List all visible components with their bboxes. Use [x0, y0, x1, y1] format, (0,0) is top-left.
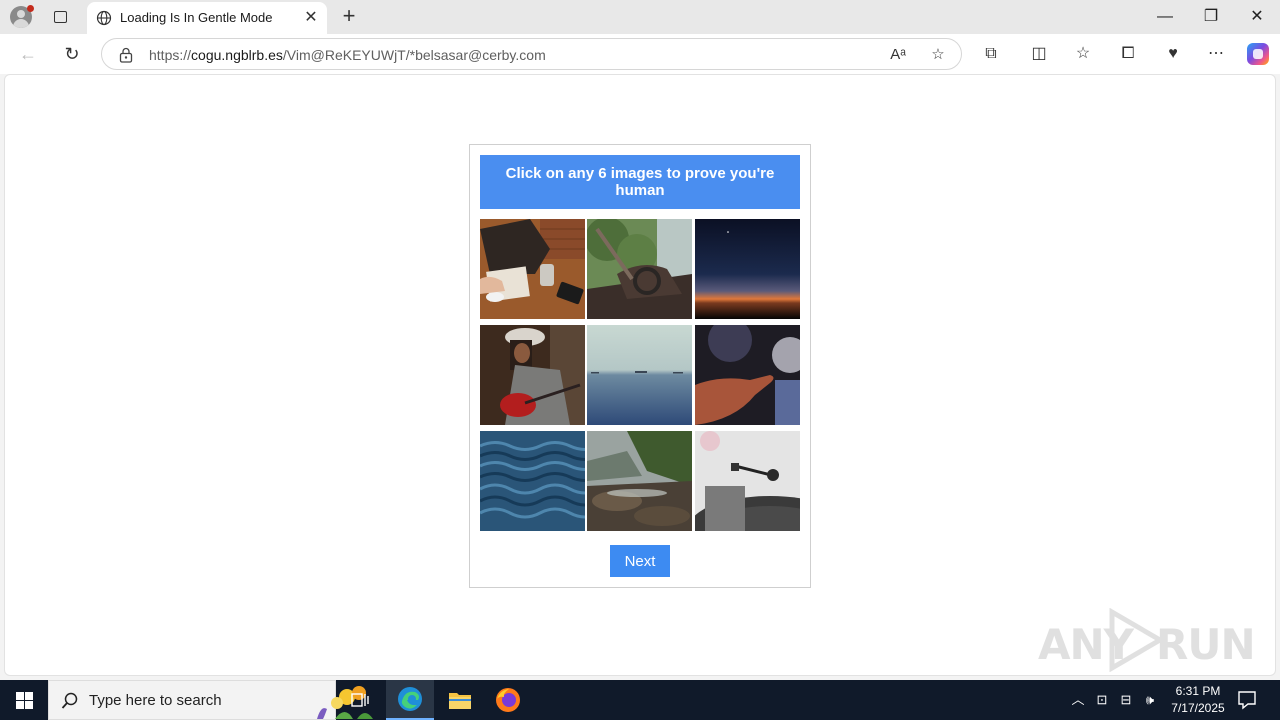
url-host: cogu.ngblrb.es	[191, 47, 283, 63]
title-bar: Loading Is In Gentle Mode ✕ + — ❐ ✕	[0, 0, 1280, 34]
laptop-bag-table-image	[480, 219, 585, 319]
woman-guitar-image	[480, 325, 585, 425]
captcha-tile-laptop-bag-coffee-table[interactable]	[480, 219, 585, 319]
motorcycle-forest-image	[587, 219, 692, 319]
windows-start-icon[interactable]	[0, 680, 48, 720]
captcha-tile-record-player[interactable]	[695, 431, 800, 531]
settings-more-icon[interactable]: ⋯	[1205, 43, 1227, 65]
captcha-instruction: Click on any 6 images to prove you're hu…	[480, 155, 800, 209]
captcha-tile-sunset-horizon[interactable]	[695, 219, 800, 319]
calm-sea-image	[587, 325, 692, 425]
captcha-tile-ocean-waves[interactable]	[480, 431, 585, 531]
address-bar[interactable]: https://cogu.ngblrb.es/Vim@ReKEYUWjT/*be…	[101, 38, 962, 70]
search-icon	[61, 692, 78, 709]
favorites-icon[interactable]: ☆	[1072, 43, 1094, 65]
globe-icon	[96, 10, 112, 26]
tab-actions-icon[interactable]	[50, 7, 70, 27]
copilot-icon[interactable]	[1247, 43, 1269, 65]
extensions-icon[interactable]: ⧉	[980, 43, 1002, 65]
task-view-icon[interactable]	[336, 680, 384, 720]
sunset-horizon-image	[695, 219, 800, 319]
record-player-image	[695, 431, 800, 531]
captcha-tile-woman-playing-guitar[interactable]	[480, 325, 585, 425]
browser-tab-active[interactable]: Loading Is In Gentle Mode ✕	[87, 2, 327, 34]
profile-notification-dot	[27, 5, 34, 12]
tab-title: Loading Is In Gentle Mode	[120, 10, 273, 25]
refresh-icon[interactable]: ↻	[60, 42, 84, 66]
captcha-tile-motorcycle-in-forest[interactable]	[587, 219, 692, 319]
captcha-box: Click on any 6 images to prove you're hu…	[469, 144, 811, 588]
next-button[interactable]: Next	[610, 545, 670, 577]
watermark-text-right: RUN	[1156, 620, 1256, 669]
firefox-icon[interactable]	[484, 680, 532, 720]
new-tab-plus-icon[interactable]: +	[338, 5, 360, 27]
tab-close-icon[interactable]: ✕	[301, 8, 321, 28]
browser-toolbar: ← ↻ https://cogu.ngblrb.es/Vim@ReKEYUWjT…	[0, 34, 1280, 74]
read-aloud-icon[interactable]: A͏ᵃ	[888, 45, 908, 65]
notification-center-icon[interactable]	[1236, 689, 1258, 711]
url-text[interactable]: https://cogu.ngblrb.es/Vim@ReKEYUWjT/*be…	[149, 47, 546, 63]
clock-date: 7/17/2025	[1171, 701, 1225, 715]
rocky-shore-image	[587, 431, 692, 531]
show-hidden-icons-chevron-icon[interactable]: ︿	[1068, 690, 1088, 710]
meet-now-icon[interactable]: ⊡	[1092, 690, 1112, 710]
taskbar-clock[interactable]: 6:31 PM 7/17/2025	[1162, 683, 1234, 717]
taskbar-search-box[interactable]: Type here to search	[48, 680, 373, 720]
captcha-tile-rocky-river-shore[interactable]	[587, 431, 692, 531]
back-arrow-icon[interactable]: ←	[16, 42, 40, 66]
captcha-tile-hand-touching-screen[interactable]	[695, 325, 800, 425]
minimize-icon[interactable]: —	[1142, 0, 1188, 34]
split-screen-icon[interactable]: ◫	[1028, 43, 1050, 65]
site-info-icon[interactable]	[119, 47, 133, 63]
restore-icon[interactable]: ❐	[1188, 0, 1234, 34]
favorite-star-icon[interactable]: ☆	[928, 45, 948, 65]
captcha-image-grid	[480, 219, 800, 531]
edge-taskbar-icon[interactable]	[386, 680, 434, 720]
collections-icon[interactable]: ⧠	[1117, 43, 1139, 65]
volume-icon[interactable]: 🕪	[1140, 690, 1160, 710]
hand-screen-image	[695, 325, 800, 425]
anyrun-watermark-logo: ANY RUN	[1038, 608, 1256, 672]
ocean-waves-image	[480, 431, 585, 531]
clock-time: 6:31 PM	[1175, 684, 1221, 698]
network-icon[interactable]: ⊟	[1116, 690, 1136, 710]
search-placeholder: Type here to search	[89, 692, 222, 709]
taskbar: Type here to search ︿ ⊡ ⊟ 🕪 6:31 PM 7/17…	[0, 680, 1280, 720]
captcha-tile-calm-sea-ships[interactable]	[587, 325, 692, 425]
file-explorer-icon[interactable]	[436, 680, 484, 720]
window-close-icon[interactable]: ✕	[1234, 0, 1280, 34]
url-path: /Vim@ReKEYUWjT/*belsasar@cerby.com	[282, 47, 546, 63]
url-scheme: https://	[149, 47, 192, 63]
browser-essentials-icon[interactable]: ♥	[1162, 43, 1184, 65]
